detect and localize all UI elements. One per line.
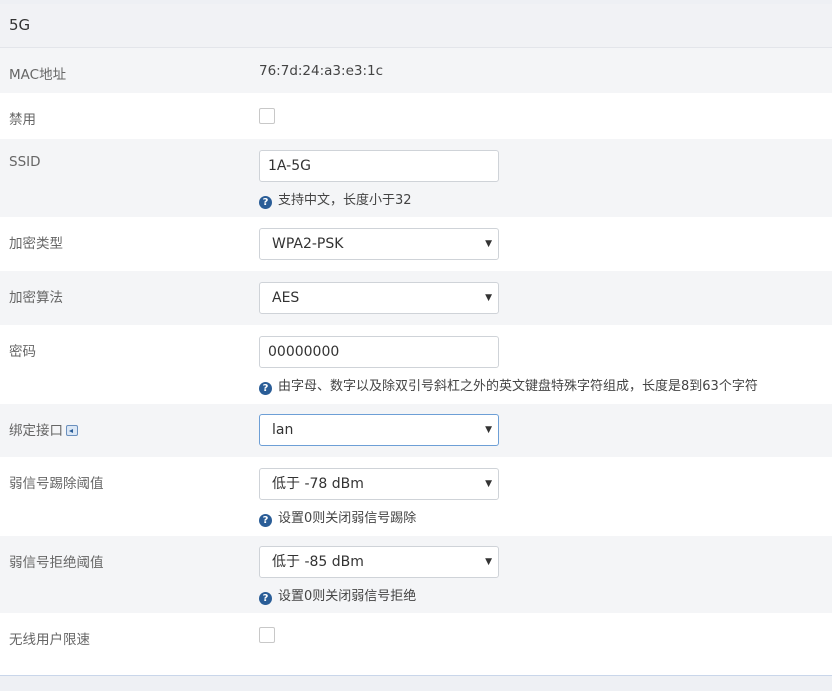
weak-kick-label: 弱信号踢除阈值 [9,476,104,492]
row-encryption-type: 加密类型 WPA2-PSK ▼ [0,217,832,271]
weak-kick-hint: ? 设置0则关闭弱信号踢除 [259,507,416,527]
password-input[interactable]: 00000000 [259,336,499,368]
question-circle-icon: ? [259,514,272,527]
weak-reject-select[interactable]: 低于 -85 dBm ▼ [259,546,499,578]
question-circle-icon: ? [259,592,272,605]
bind-interface-select[interactable]: lan ▼ [259,414,499,446]
question-circle-icon: ? [259,196,272,209]
row-password: 密码 00000000 ? 由字母、数字以及除双引号斜杠之外的英文键盘特殊字符组成… [0,325,832,404]
encryption-type-value: WPA2-PSK [272,236,344,252]
wireless-5g-panel: 5G MAC地址 76:7d:24:a3:e3:1c 禁用 SSID 1A-5G… [0,4,832,676]
row-encryption-algo: 加密算法 AES ▼ [0,271,832,325]
ssid-hint-text: 支持中文，长度小于32 [278,193,412,208]
weak-reject-value: 低于 -85 dBm [272,554,364,570]
row-mac: MAC地址 76:7d:24:a3:e3:1c [0,48,832,93]
row-disable: 禁用 [0,93,832,139]
password-hint: ? 由字母、数字以及除双引号斜杠之外的英文键盘特殊字符组成，长度是8到63个字符 [259,375,758,395]
disable-label: 禁用 [9,112,36,128]
encryption-algo-label: 加密算法 [9,290,63,306]
section-title: 5G [0,4,832,48]
encryption-type-select[interactable]: WPA2-PSK ▼ [259,228,499,260]
row-rate-limit: 无线用户限速 [0,613,832,673]
weak-kick-hint-text: 设置0则关闭弱信号踢除 [278,511,417,526]
ssid-hint: ? 支持中文，长度小于32 [259,189,412,209]
encryption-algo-select[interactable]: AES ▼ [259,282,499,314]
rate-limit-label: 无线用户限速 [9,632,90,648]
caret-down-icon: ▼ [485,239,492,249]
disable-checkbox[interactable] [259,108,275,124]
caret-down-icon: ▼ [485,293,492,303]
weak-reject-label: 弱信号拒绝阈值 [9,555,104,571]
weak-kick-value: 低于 -78 dBm [272,476,364,492]
row-bind-interface: 绑定接口 lan ▼ [0,404,832,457]
row-weak-reject: 弱信号拒绝阈值 低于 -85 dBm ▼ ? 设置0则关闭弱信号拒绝 [0,536,832,613]
encryption-algo-value: AES [272,290,300,306]
bind-interface-label: 绑定接口 [9,419,78,439]
weak-reject-hint: ? 设置0则关闭弱信号拒绝 [259,585,416,605]
weak-reject-hint-text: 设置0则关闭弱信号拒绝 [278,589,417,604]
rate-limit-checkbox[interactable] [259,627,275,643]
ssid-input[interactable]: 1A-5G [259,150,499,182]
bind-interface-value: lan [272,422,294,438]
row-ssid: SSID 1A-5G ? 支持中文，长度小于32 [0,139,832,217]
password-hint-text: 由字母、数字以及除双引号斜杠之外的英文键盘特殊字符组成，长度是8到63个字符 [278,379,758,394]
password-label: 密码 [9,344,36,360]
question-circle-icon: ? [259,382,272,395]
caret-down-icon: ▼ [485,557,492,567]
caret-down-icon: ▼ [485,425,492,435]
interface-link-icon[interactable] [66,425,78,436]
caret-down-icon: ▼ [485,479,492,489]
ssid-label: SSID [9,154,41,170]
encryption-type-label: 加密类型 [9,236,63,252]
weak-kick-select[interactable]: 低于 -78 dBm ▼ [259,468,499,500]
bottom-strip [0,678,832,691]
row-weak-kick: 弱信号踢除阈值 低于 -78 dBm ▼ ? 设置0则关闭弱信号踢除 [0,457,832,536]
mac-value: 76:7d:24:a3:e3:1c [259,63,384,79]
bind-interface-label-text: 绑定接口 [9,423,63,439]
mac-label: MAC地址 [9,67,67,83]
